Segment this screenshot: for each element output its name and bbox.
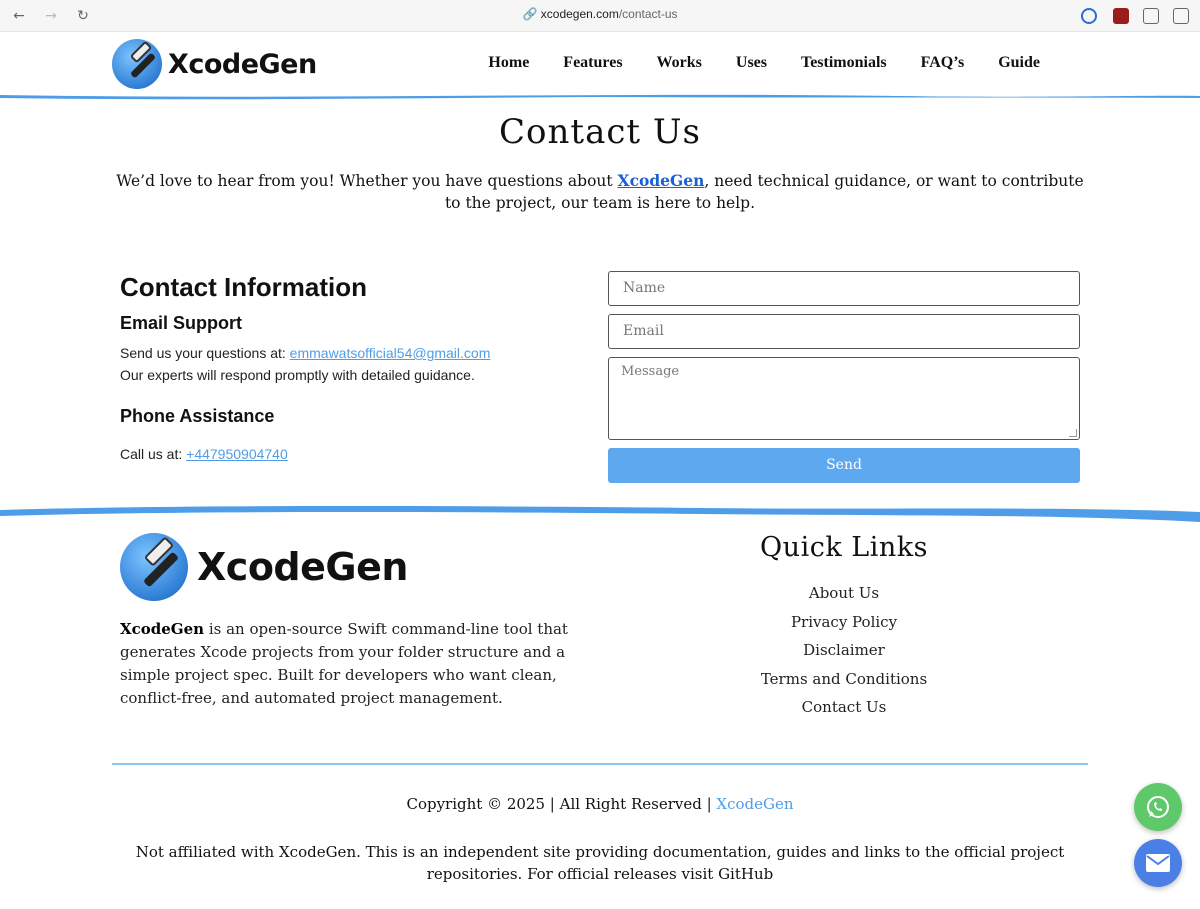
phone-heading: Phone Assistance	[120, 406, 275, 426]
phone-link[interactable]: +447950904740	[186, 446, 288, 462]
page-title: Contact Us	[499, 112, 701, 152]
email-link[interactable]: emmawatsofficial54@gmail.com	[290, 345, 491, 361]
link-icon: 🔗	[522, 7, 538, 21]
quick-link-privacy[interactable]: Privacy Policy	[744, 608, 944, 637]
logo-text: XcodeGen	[168, 48, 317, 80]
resize-handle-icon[interactable]	[1069, 429, 1077, 437]
footer-divider	[112, 763, 1088, 765]
email-button[interactable]	[1134, 839, 1182, 887]
main-nav: Home Features Works Uses Testimonials FA…	[454, 54, 1040, 72]
browser-toolbar: ← → ↻ 🔗 xcodegen.com/contact-us	[0, 0, 1200, 32]
copyright-xcodegen-link[interactable]: XcodeGen	[716, 795, 793, 813]
quick-links-heading: Quick Links	[760, 532, 928, 563]
contact-info-heading: Contact Information	[120, 272, 367, 302]
quick-link-disclaimer[interactable]: Disclaimer	[744, 636, 944, 665]
header-wave	[0, 94, 1200, 100]
email-field[interactable]: Email	[608, 314, 1080, 349]
ublock-icon[interactable]	[1113, 8, 1129, 24]
footer-logo[interactable]: XcodeGen	[120, 533, 408, 601]
sidebar-icon[interactable]	[1173, 8, 1189, 24]
hammer-logo-icon	[112, 39, 162, 89]
nav-faqs[interactable]: FAQ’s	[921, 54, 965, 72]
send-button[interactable]: Send	[608, 448, 1080, 483]
address-bar[interactable]: 🔗 xcodegen.com/contact-us	[420, 7, 780, 21]
header-logo[interactable]: XcodeGen	[112, 39, 317, 89]
footer-wave	[0, 506, 1200, 522]
nav-guide[interactable]: Guide	[998, 54, 1040, 72]
intro-xcodegen-link[interactable]: XcodeGen	[618, 171, 705, 190]
hammer-logo-icon	[120, 533, 188, 601]
url-domain: xcodegen.com	[540, 7, 619, 21]
nav-home[interactable]: Home	[488, 54, 529, 72]
email-note: Our experts will respond promptly with d…	[120, 367, 475, 383]
site-header: XcodeGen Home Features Works Uses Testim…	[0, 32, 1200, 100]
reload-icon[interactable]: ↻	[72, 6, 94, 26]
nav-testimonials[interactable]: Testimonials	[801, 54, 887, 72]
nav-works[interactable]: Works	[657, 54, 702, 72]
quick-link-about[interactable]: About Us	[744, 579, 944, 608]
contact-information: Contact Information Email Support Send u…	[120, 272, 580, 465]
forward-icon[interactable]: →	[40, 6, 62, 26]
quick-link-contact[interactable]: Contact Us	[744, 693, 944, 722]
quick-link-terms[interactable]: Terms and Conditions	[744, 665, 944, 694]
email-line: Send us your questions at: emmawatsoffic…	[120, 345, 491, 361]
reader-icon[interactable]	[1143, 8, 1159, 24]
whatsapp-icon	[1147, 796, 1169, 818]
whatsapp-button[interactable]	[1134, 783, 1182, 831]
url-path: /contact-us	[618, 7, 678, 21]
phone-line: Call us at: +447950904740	[120, 446, 288, 462]
footer-disclaimer: Not affiliated with XcodeGen. This is an…	[135, 843, 1065, 883]
email-support-heading: Email Support	[120, 313, 243, 333]
intro-text: We’d love to hear from you! Whether you …	[116, 171, 1084, 212]
password-manager-icon[interactable]	[1081, 8, 1097, 24]
contact-form: Name Email Message Send	[608, 271, 1080, 483]
quick-links: Quick Links About Us Privacy Policy Disc…	[744, 532, 944, 722]
nav-features[interactable]: Features	[563, 54, 622, 72]
nav-uses[interactable]: Uses	[736, 54, 767, 72]
copyright: Copyright © 2025 | All Right Reserved | …	[406, 795, 794, 813]
name-field[interactable]: Name	[608, 271, 1080, 306]
footer-logo-text: XcodeGen	[197, 545, 408, 589]
footer-description: XcodeGen is an open-source Swift command…	[120, 620, 568, 707]
envelope-icon	[1146, 854, 1170, 872]
back-icon[interactable]: ←	[8, 6, 30, 26]
message-field[interactable]: Message	[608, 357, 1080, 440]
